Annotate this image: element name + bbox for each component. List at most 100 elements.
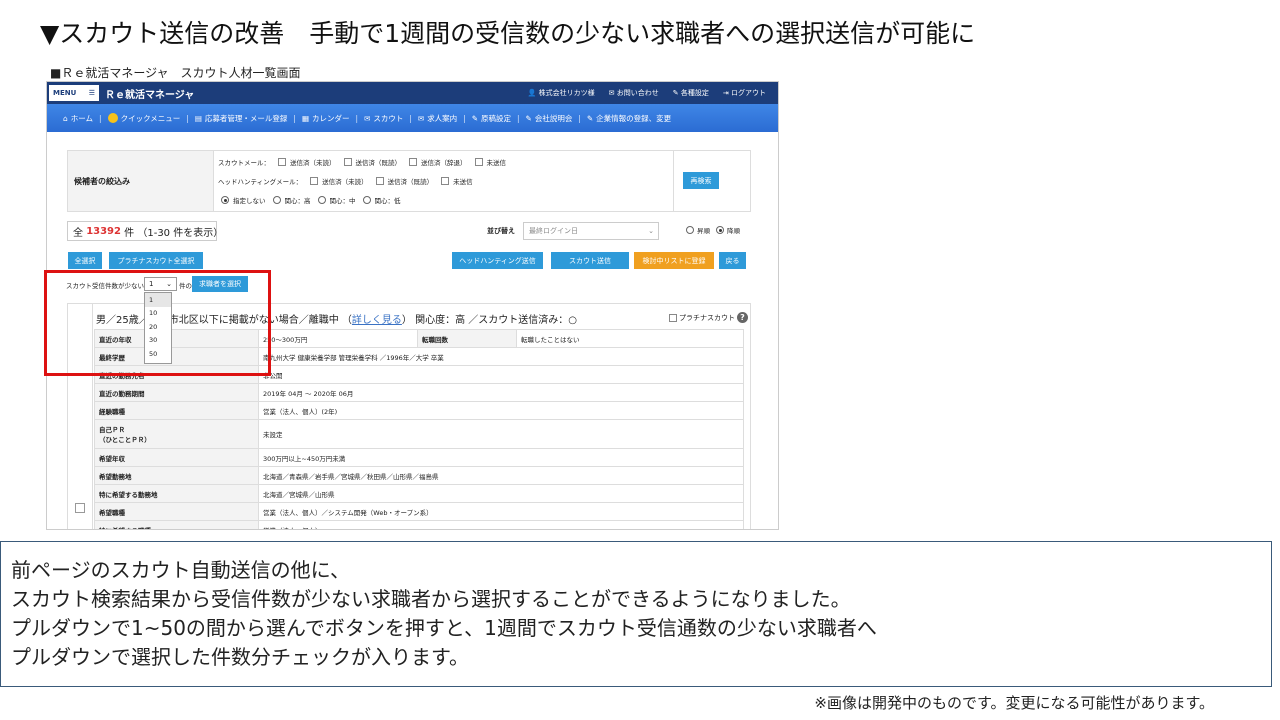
nav-home[interactable]: ⌂ ホーム: [63, 113, 93, 124]
top-link-logout[interactable]: ⇥ ログアウト: [723, 88, 766, 98]
headhunt-mail-row: ヘッドハンティングメール： 送信済（未読） 送信済（既読） 未送信: [218, 177, 473, 186]
filter-label: 候補者の絞込み: [68, 151, 214, 211]
nav-manuscript[interactable]: ✎ 原稿設定: [472, 113, 511, 124]
checkbox[interactable]: [375, 177, 384, 185]
nav-calendar[interactable]: ▦ カレンダー: [302, 113, 350, 124]
wrench-icon: ✎: [586, 113, 594, 123]
nav-company-info[interactable]: ✎ 企業情報の登録、変更: [587, 113, 671, 124]
checkbox[interactable]: [310, 177, 319, 185]
top-link-settings[interactable]: ✎ 各種設定: [673, 88, 709, 98]
row-value: 300万円以上~450万円未満: [258, 448, 744, 467]
top-link-company[interactable]: 👤 株式会社リカツ様: [528, 88, 595, 98]
row-value: 営業（法人、個人）(2年): [258, 401, 744, 420]
menu-button[interactable]: MENU ☰: [49, 85, 99, 101]
calendar-icon: ▦: [301, 113, 310, 123]
home-icon: ⌂: [63, 113, 68, 123]
row-key: 転職回数: [417, 329, 517, 348]
pencil-icon: ✎: [471, 113, 479, 123]
nav-seminar[interactable]: ✎ 会社説明会: [526, 113, 573, 124]
total-count: 13392: [86, 225, 121, 237]
row-key: 特に希望する勤務地: [94, 484, 259, 503]
add-to-list-button[interactable]: 検討中リストに登録: [634, 252, 714, 269]
row-value: 南九州大学 健康栄養学部 管理栄養学科 ／1996年／大学 卒業: [258, 347, 744, 366]
radio-button[interactable]: [362, 196, 371, 204]
platinum-select-all-button[interactable]: プラチナスカウト全選択: [109, 252, 203, 269]
row-key: 希望勤務地: [94, 466, 259, 485]
table-row: 直近の勤務期間 2019年 04月 ～ 2020年 06月: [94, 383, 744, 402]
row-key: 希望年収: [94, 448, 259, 467]
scout-mail-row: スカウトメール： 送信済（未読） 送信済（既読） 送信済（辞退） 未送信: [218, 158, 506, 167]
platinum-scout: プラチナスカウト ?: [665, 312, 748, 323]
top-link-contact[interactable]: ✉ お問い合わせ: [609, 88, 659, 98]
scout-send-button[interactable]: スカウト送信: [551, 252, 629, 269]
table-row: 自己ＰＲ （ひとことＰＲ） 未設定: [94, 419, 744, 449]
note-line: 前ページのスカウト自動送信の他に、: [11, 558, 350, 582]
radio-button[interactable]: [272, 196, 281, 204]
row-key: 直近の勤務期間: [94, 383, 259, 402]
mail-icon: ✉: [364, 113, 371, 123]
details-link[interactable]: 詳しく見る: [352, 315, 402, 326]
list-icon: ▤: [194, 113, 202, 123]
footer-note: ※画像は開発中のものです。変更になる可能性があります。: [814, 694, 1214, 712]
slide-title: ▼スカウト送信の改善 手動で1週間の受信数の少ない求職者への選択送信が可能に: [40, 19, 976, 48]
mail-icon: ✉: [608, 89, 615, 97]
table-row: 特に希望する職種営業（法人、個人）: [94, 520, 744, 529]
sort-select[interactable]: 最終ログイン日 ⌄: [523, 222, 659, 240]
row-key: 特に希望する職種: [94, 520, 259, 529]
checkbox[interactable]: [343, 158, 352, 166]
checkbox[interactable]: [441, 177, 450, 185]
help-icon[interactable]: ?: [737, 312, 748, 323]
row-value: 北海道／青森県／岩手県／宮城県／秋田県／山形県／福島県: [258, 466, 744, 485]
sort-label: 並び替え: [487, 227, 515, 235]
row-value: 北海道／宮城県／山形県: [258, 484, 744, 503]
result-count: 全 13392 件 （1-30 件を表示）: [67, 221, 223, 241]
headhunt-send-button[interactable]: ヘッドハンティング送信: [452, 252, 543, 269]
nav-applicants[interactable]: ▤ 応募者管理・メール登録: [195, 113, 288, 124]
nav-quick-menu[interactable]: クイックメニュー: [107, 113, 180, 124]
row-key: 希望職種: [94, 502, 259, 521]
row-key: 自己ＰＲ （ひとことＰＲ）: [94, 419, 259, 449]
note-line: プルダウンで選択した件数分チェックが入ります。: [11, 645, 469, 669]
nav-job-info[interactable]: ✉ 求人案内: [418, 113, 457, 124]
select-all-button[interactable]: 全選択: [68, 252, 102, 269]
pencil-icon: ✎: [525, 113, 532, 123]
chevron-down-icon: ⌄: [648, 227, 654, 235]
table-row: 経験職種 営業（法人、個人）(2年): [94, 401, 744, 420]
checkbox[interactable]: [278, 158, 286, 166]
quick-menu-icon: [107, 113, 118, 123]
radio-asc[interactable]: [686, 226, 694, 234]
top-links: 👤 株式会社リカツ様 ✉ お問い合わせ ✎ 各種設定 ⇥ ログアウト: [528, 88, 766, 98]
radio-button[interactable]: [221, 196, 229, 204]
row-value: 転職したことはない: [516, 329, 744, 348]
main-nav: ⌂ ホーム | クイックメニュー | ▤ 応募者管理・メール登録 | ▦ カレンダー …: [47, 104, 778, 132]
logout-icon: ⇥: [722, 89, 729, 97]
search-again-button[interactable]: 再検索: [683, 172, 719, 189]
top-bar: MENU ☰ Ｒｅ就活マネージャ 👤 株式会社リカツ様 ✉ お問い合わせ ✎ 各…: [47, 82, 778, 104]
table-row: 希望勤務地 北海道／青森県／岩手県／宮城県／秋田県／山形県／福島県: [94, 466, 744, 485]
table-row: 特に希望する勤務地 北海道／宮城県／山形県: [94, 484, 744, 503]
sort-order: 昇順 降順: [683, 225, 740, 235]
table-row: 希望職種 営業（法人、個人）／システム開発（Web・オープン系）: [94, 502, 744, 521]
menu-label: MENU: [53, 89, 77, 97]
highlight-box: [44, 270, 271, 376]
note-line: スカウト検索結果から受信件数が少ない求職者から選択することができるようになりまし…: [11, 587, 851, 611]
platinum-checkbox[interactable]: [669, 313, 677, 322]
row-value: 営業（法人、個人）／システム開発（Web・オープン系）: [258, 502, 744, 521]
mail-icon: ✉: [417, 113, 425, 123]
row-value: 非公開: [258, 365, 744, 384]
row-value: 営業（法人、個人）: [258, 520, 744, 529]
wrench-icon: ✎: [672, 89, 679, 97]
checkbox[interactable]: [474, 158, 483, 166]
candidate-filter: 候補者の絞込み スカウトメール： 送信済（未読） 送信済（既読） 送信済（辞退）…: [67, 150, 751, 212]
table-row: 希望年収 300万円以上~450万円未満: [94, 448, 744, 467]
radio-desc[interactable]: [716, 226, 724, 234]
brand-name: Ｒｅ就活マネージャ: [105, 90, 195, 101]
user-icon: 👤: [527, 89, 537, 97]
radio-button[interactable]: [317, 196, 326, 204]
row-value: 250～300万円: [258, 329, 418, 348]
interest-row: 指定しない 関心：高 関心：中 関心：低: [218, 195, 401, 205]
nav-scout[interactable]: ✉ スカウト: [364, 113, 403, 124]
candidate-checkbox[interactable]: [75, 503, 85, 513]
checkbox[interactable]: [409, 158, 417, 166]
back-button[interactable]: 戻る: [719, 252, 746, 269]
